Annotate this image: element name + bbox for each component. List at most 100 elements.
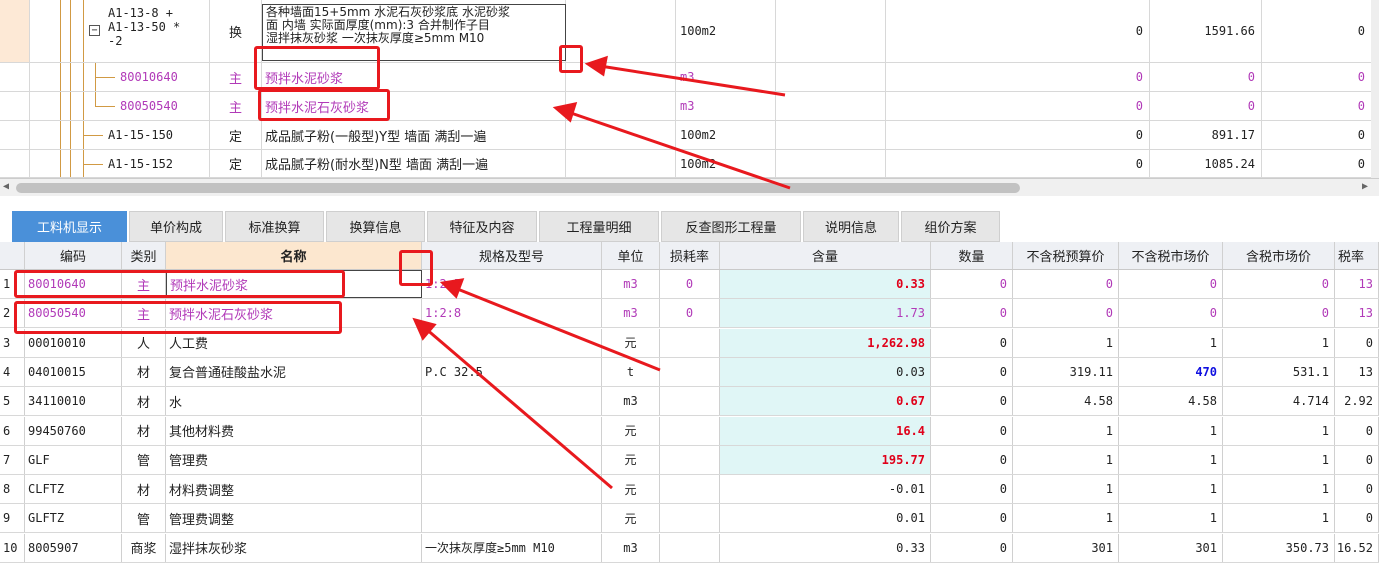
budget-price-cell[interactable]: 301 bbox=[1013, 533, 1119, 562]
budget-price-cell[interactable]: 1 bbox=[1013, 328, 1119, 357]
name-cell[interactable]: 人工费 bbox=[166, 328, 422, 357]
type-cell[interactable]: 材 bbox=[122, 387, 166, 416]
table-row[interactable]: 2 80050540 主预拌水泥石灰砂浆 1:2:8 m3 0 1.73 0 0 0 0 13 bbox=[0, 299, 1379, 329]
table-row[interactable]: 7 GLF 管管理费元 195.77 0 1 1 1 0 bbox=[0, 445, 1379, 475]
content-cell[interactable]: 0.33 bbox=[720, 270, 931, 298]
unit-cell[interactable]: 元 bbox=[602, 475, 660, 504]
table-row[interactable]: A1-15-152 定 成品腻子粉(耐水型)N型 墙面 满刮一遍 100m2 0… bbox=[0, 150, 1379, 178]
spec-cell[interactable]: 一次抹灰厚度≥5mm M10 bbox=[422, 533, 602, 562]
tax-market-price-cell[interactable]: 531.1 bbox=[1223, 357, 1335, 386]
budget-price-cell[interactable]: 0 bbox=[1013, 270, 1119, 298]
row-selector[interactable] bbox=[0, 150, 30, 177]
content-cell[interactable]: 195.77 bbox=[720, 445, 931, 474]
budget-price-cell[interactable]: 1 bbox=[1013, 416, 1119, 445]
type-cell[interactable]: 商浆 bbox=[122, 533, 166, 562]
loss-cell[interactable] bbox=[660, 328, 720, 357]
market-price-cell[interactable]: 0 bbox=[1119, 270, 1223, 298]
tax-rate-cell[interactable]: 0 bbox=[1335, 504, 1379, 533]
table-row[interactable]: 8 CLFTZ 材材料费调整元 -0.01 0 1 1 1 0 bbox=[0, 475, 1379, 505]
content-cell[interactable]: 1,262.98 bbox=[720, 328, 931, 357]
name-cell[interactable]: 其他材料费 bbox=[166, 416, 422, 445]
market-price-cell[interactable]: 1 bbox=[1119, 504, 1223, 533]
tax-market-price-cell[interactable]: 350.73 bbox=[1223, 533, 1335, 562]
header-qty[interactable]: 数量 bbox=[931, 242, 1013, 269]
type-cell[interactable]: 人 bbox=[122, 328, 166, 357]
unit-cell[interactable]: m3 bbox=[602, 533, 660, 562]
loss-cell[interactable] bbox=[660, 475, 720, 504]
header-loss[interactable]: 损耗率 bbox=[660, 242, 720, 269]
code-cell[interactable]: A1-15-152 bbox=[30, 150, 210, 177]
scrollbar-thumb[interactable] bbox=[16, 183, 1020, 193]
header-spec[interactable]: 规格及型号 bbox=[422, 242, 602, 269]
budget-price-cell[interactable]: 1 bbox=[1013, 504, 1119, 533]
name-cell[interactable]: 复合普通硅酸盐水泥 bbox=[166, 357, 422, 386]
loss-cell[interactable]: 0 bbox=[660, 270, 720, 298]
type-cell[interactable]: 主 bbox=[122, 270, 166, 298]
budget-price-cell[interactable]: 4.58 bbox=[1013, 387, 1119, 416]
row-selector[interactable] bbox=[0, 121, 30, 149]
name-cell[interactable]: 预拌水泥砂浆 bbox=[262, 63, 566, 91]
spec-cell[interactable] bbox=[422, 504, 602, 533]
unit-cell[interactable]: 元 bbox=[602, 445, 660, 474]
tax-rate-cell[interactable]: 13 bbox=[1335, 357, 1379, 386]
name-cell[interactable]: 管理费调整 bbox=[166, 504, 422, 533]
tab-graphic-quantity[interactable]: 反查图形工程量 bbox=[661, 211, 801, 242]
market-price-cell[interactable]: 1 bbox=[1119, 416, 1223, 445]
header-content[interactable]: 含量 bbox=[720, 242, 931, 269]
market-price-cell[interactable]: 1 bbox=[1119, 475, 1223, 504]
loss-cell[interactable]: 0 bbox=[660, 299, 720, 328]
spec-cell[interactable] bbox=[422, 475, 602, 504]
budget-price-cell[interactable]: 1 bbox=[1013, 475, 1119, 504]
tax-market-price-cell[interactable]: 1 bbox=[1223, 445, 1335, 474]
type-cell[interactable]: 材 bbox=[122, 416, 166, 445]
code-cell[interactable]: GLFTZ bbox=[25, 504, 122, 533]
spec-cell[interactable]: 1:2:8 bbox=[422, 299, 602, 328]
tax-rate-cell[interactable]: 13 bbox=[1335, 299, 1379, 328]
spec-cell[interactable]: 1:2.5 bbox=[422, 270, 602, 298]
spec-cell[interactable] bbox=[422, 416, 602, 445]
tax-rate-cell[interactable]: 0 bbox=[1335, 416, 1379, 445]
budget-price-cell[interactable]: 1 bbox=[1013, 445, 1119, 474]
name-cell[interactable]: 成品腻子粉(耐水型)N型 墙面 满刮一遍 bbox=[262, 150, 566, 177]
code-cell[interactable]: A1-15-150 bbox=[30, 121, 210, 149]
tax-rate-cell[interactable]: 13 bbox=[1335, 270, 1379, 298]
scroll-right-icon[interactable]: ▶ bbox=[1362, 181, 1368, 192]
tab-conversion-info[interactable]: 换算信息 bbox=[326, 211, 425, 242]
tax-market-price-cell[interactable]: 1 bbox=[1223, 475, 1335, 504]
qty-cell[interactable]: 0 bbox=[931, 504, 1013, 533]
code-cell[interactable]: 04010015 bbox=[25, 357, 122, 386]
unit-cell[interactable]: m3 bbox=[602, 299, 660, 328]
unit-cell[interactable]: m3 bbox=[602, 387, 660, 416]
header-type[interactable]: 类别 bbox=[122, 242, 166, 269]
market-price-cell[interactable]: 301 bbox=[1119, 533, 1223, 562]
name-cell[interactable]: 预拌水泥砂浆 bbox=[166, 270, 422, 298]
spec-cell[interactable] bbox=[422, 328, 602, 357]
loss-cell[interactable] bbox=[660, 416, 720, 445]
code-cell[interactable]: 8005907 bbox=[25, 533, 122, 562]
code-cell[interactable]: GLF bbox=[25, 445, 122, 474]
name-cell[interactable]: 预拌水泥石灰砂浆 bbox=[262, 92, 566, 120]
loss-cell[interactable] bbox=[660, 357, 720, 386]
collapse-icon[interactable]: − bbox=[89, 25, 100, 36]
loss-cell[interactable] bbox=[660, 504, 720, 533]
type-cell[interactable]: 主 bbox=[122, 299, 166, 328]
name-cell[interactable]: 水 bbox=[166, 387, 422, 416]
code-cell[interactable]: CLFTZ bbox=[25, 475, 122, 504]
vertical-scrollbar[interactable] bbox=[1371, 0, 1379, 178]
name-cell[interactable]: 预拌水泥石灰砂浆 bbox=[166, 299, 422, 328]
type-cell[interactable]: 材 bbox=[122, 357, 166, 386]
tax-rate-cell[interactable]: 0 bbox=[1335, 475, 1379, 504]
tax-market-price-cell[interactable]: 1 bbox=[1223, 416, 1335, 445]
tax-market-price-cell[interactable]: 4.714 bbox=[1223, 387, 1335, 416]
content-cell[interactable]: 16.4 bbox=[720, 416, 931, 445]
qty-cell[interactable]: 0 bbox=[931, 533, 1013, 562]
tax-market-price-cell[interactable]: 1 bbox=[1223, 328, 1335, 357]
table-row[interactable]: 4 04010015 材复合普通硅酸盐水泥 P.C 32.5 t 0.03 0 319.11 4… bbox=[0, 357, 1379, 387]
table-row[interactable]: 1 80010640 主预拌水泥砂浆 1:2.5 m3 0 0.33 0 0 0 0 13 bbox=[0, 270, 1379, 299]
header-tax-rate[interactable]: 税率 bbox=[1335, 242, 1379, 269]
table-row[interactable]: 3 00010010 人人工费元 1,262.98 0 1 1 1 0 bbox=[0, 328, 1379, 358]
name-cell[interactable]: 材料费调整 bbox=[166, 475, 422, 504]
unit-cell[interactable]: m3 bbox=[602, 270, 660, 298]
loss-cell[interactable] bbox=[660, 445, 720, 474]
unit-cell[interactable]: 元 bbox=[602, 416, 660, 445]
